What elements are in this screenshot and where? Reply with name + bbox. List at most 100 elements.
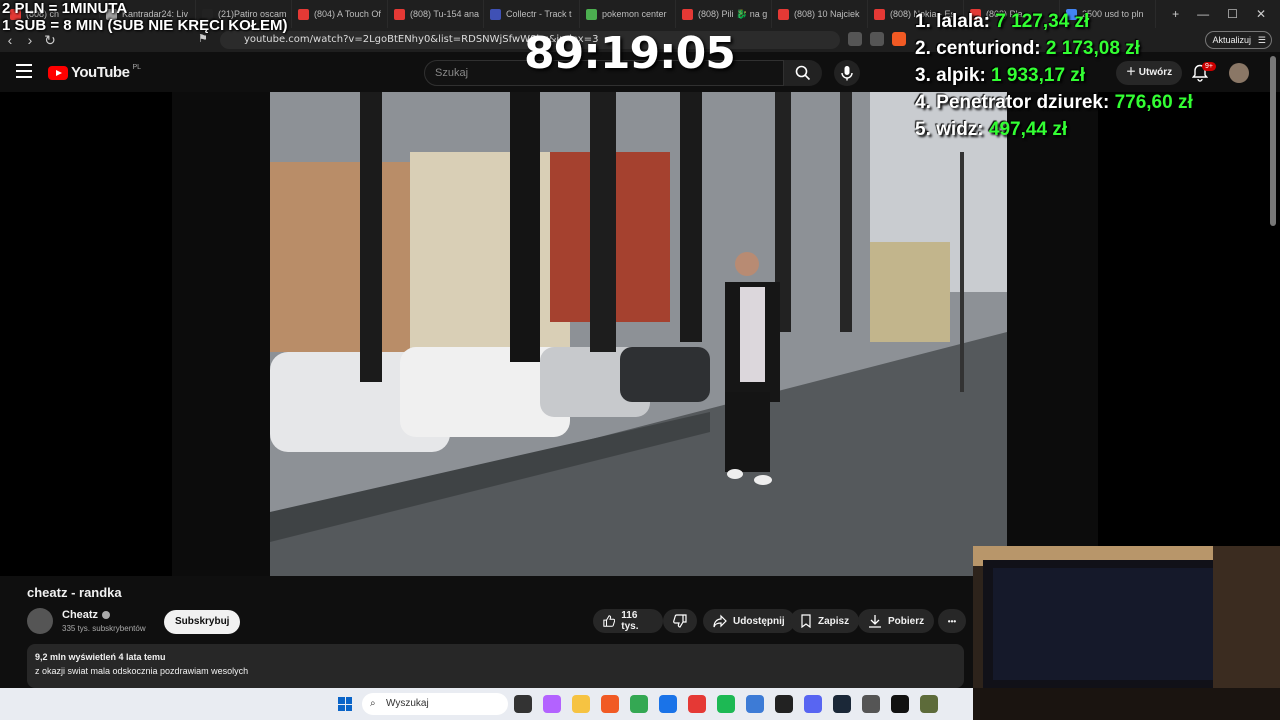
search-placeholder: Szukaj	[435, 67, 469, 79]
leaderboard-amount: 2 173,08 zł	[1045, 38, 1140, 59]
taskbar-spotify-icon[interactable]	[717, 695, 735, 713]
verified-icon	[102, 611, 111, 620]
menu-icon: ☰	[1257, 35, 1266, 45]
taskbar-app-black-icon[interactable]	[891, 695, 909, 713]
download-icon	[869, 615, 881, 628]
taskbar-store-icon[interactable]	[659, 695, 677, 713]
browser-tab[interactable]: Collectr - Track t	[484, 0, 580, 28]
taskbar-search[interactable]: ⌕ Wyszukaj	[362, 693, 508, 715]
thumbs-up-icon	[603, 615, 616, 627]
leaderboard-row: 1. lalala: 7 127,34 zł	[915, 8, 1193, 35]
taskbar-steam-icon[interactable]	[833, 695, 851, 713]
taskbar-app-green-icon[interactable]	[920, 695, 938, 713]
account-avatar[interactable]	[1229, 63, 1249, 83]
taskbar-chrome-icon[interactable]	[630, 695, 648, 713]
like-button[interactable]: 116 tys.	[593, 609, 663, 633]
youtube-wordmark: YouTube	[71, 64, 130, 81]
webcam-overlay	[973, 546, 1280, 720]
extension-icons	[848, 32, 906, 46]
leaderboard-amount: 497,44 zł	[988, 119, 1068, 140]
bookmark-icon	[801, 614, 811, 628]
taskbar-app-red-icon[interactable]	[688, 695, 706, 713]
subscribe-button[interactable]: Subskrybuj	[164, 610, 241, 634]
tab-label: (808) Tu-154 ana	[410, 9, 480, 19]
taskbar-brave-icon[interactable]	[601, 695, 619, 713]
video-letterbox-left	[172, 92, 270, 576]
description-text: z okazji swiat mala odskocznia pozdrawia…	[35, 666, 249, 676]
description-box[interactable]: 9,2 mln wyświetleń 4 lata temu z okazji …	[27, 644, 964, 688]
leaderboard-row: 3. alpik: 1 933,17 zł	[915, 62, 1193, 89]
channel-name[interactable]: Cheatz	[62, 609, 111, 621]
taskbar-discord-icon[interactable]	[804, 695, 822, 713]
donation-rule-line1: 2 PLN = 1MINUTA	[2, 0, 128, 17]
forward-icon[interactable]: ›	[20, 32, 40, 48]
browser-tab[interactable]: (808) Tu-154 ana	[388, 0, 484, 28]
save-label: Zapisz	[818, 615, 850, 627]
browser-tab[interactable]: (808) 10 Najciek	[772, 0, 868, 28]
download-label: Pobierz	[888, 615, 925, 627]
tab-favicon-icon	[586, 8, 597, 20]
search-button[interactable]	[784, 60, 822, 86]
video-letterbox-right	[1007, 92, 1098, 576]
leaderboard-amount: 776,60 zł	[1114, 92, 1193, 113]
browser-tab[interactable]: (804) A Touch Of	[292, 0, 388, 28]
leaderboard-name: Penetrator dziurek:	[936, 92, 1110, 113]
search-icon: ⌕	[370, 698, 376, 709]
video-title: cheatz - randka	[27, 585, 122, 600]
taskbar-explorer-icon[interactable]	[572, 695, 590, 713]
more-actions-button[interactable]: •••	[938, 609, 966, 633]
dislike-button[interactable]	[663, 609, 697, 633]
windows-start-icon[interactable]	[338, 697, 352, 711]
minimize-button[interactable]: —	[1197, 7, 1209, 21]
donation-rules: 2 PLN = 1MINUTA 1 SUB = 8 MIN (SUB NIE K…	[2, 0, 287, 34]
back-icon[interactable]: ‹	[0, 32, 20, 48]
voice-search-button[interactable]	[834, 60, 860, 86]
taskbar-notepad-icon[interactable]	[746, 695, 764, 713]
save-button[interactable]: Zapisz	[790, 609, 860, 633]
search-icon	[795, 65, 811, 81]
taskbar-copilot-icon[interactable]	[543, 695, 561, 713]
taskbar-app-dark-icon[interactable]	[775, 695, 793, 713]
share-label: Udostępnij	[733, 615, 785, 627]
leaderboard-rank: 4.	[915, 92, 931, 113]
tab-favicon-icon	[874, 8, 885, 20]
close-window-button[interactable]: ✕	[1256, 7, 1266, 21]
video-frame-image	[270, 92, 1007, 576]
tab-label: Collectr - Track t	[506, 9, 572, 19]
update-button[interactable]: Aktualizuj ☰	[1205, 31, 1272, 49]
menu-icon[interactable]	[16, 64, 32, 78]
youtube-play-icon	[48, 65, 68, 80]
leaderboard-row: 4. Penetrator dziurek: 776,60 zł	[915, 89, 1193, 116]
channel-name-text: Cheatz	[62, 609, 99, 621]
leaderboard-amount: 7 127,34 zł	[995, 11, 1090, 32]
leaderboard-rank: 1.	[915, 11, 931, 32]
leaderboard-name: alpik:	[936, 65, 986, 86]
channel-avatar[interactable]	[27, 608, 53, 634]
notification-badge: 9+	[1202, 62, 1216, 71]
leaderboard-name: lalala:	[936, 11, 991, 32]
leaderboard-row: 5. widz: 497,44 zł	[915, 116, 1193, 143]
taskbar-task-view-icon[interactable]	[514, 695, 532, 713]
youtube-logo[interactable]: YouTube PL	[48, 64, 141, 81]
donation-leaderboard: 1. lalala: 7 127,34 zł 2. centuriond: 2 1…	[915, 8, 1193, 143]
leaderboard-rank: 5.	[915, 119, 931, 140]
page-scrollbar[interactable]	[1270, 56, 1276, 226]
video-player[interactable]	[270, 92, 1007, 576]
share-button[interactable]: Udostępnij	[703, 609, 795, 633]
brave-shield-icon[interactable]	[892, 32, 906, 46]
browser-tab[interactable]: (808) Pili 🐉 na g	[676, 0, 772, 28]
taskbar-calculator-icon[interactable]	[862, 695, 880, 713]
leaderboard-row: 2. centuriond: 2 173,08 zł	[915, 35, 1193, 62]
like-count: 116 tys.	[621, 610, 639, 632]
maximize-button[interactable]: ☐	[1227, 7, 1238, 21]
subathon-timer: 89:19:05	[524, 28, 736, 79]
webcam-image	[973, 546, 1280, 720]
download-button[interactable]: Pobierz	[858, 609, 935, 633]
tab-label: (808) Pili 🐉 na g	[698, 8, 768, 19]
extension-icon[interactable]	[848, 32, 862, 46]
browser-tab[interactable]: pokemon center	[580, 0, 676, 28]
tab-label: (804) A Touch Of	[314, 9, 381, 19]
reload-icon[interactable]: ↻	[40, 32, 60, 49]
extension-icon[interactable]	[870, 32, 884, 46]
tab-label: (808) 10 Najciek	[794, 9, 860, 19]
